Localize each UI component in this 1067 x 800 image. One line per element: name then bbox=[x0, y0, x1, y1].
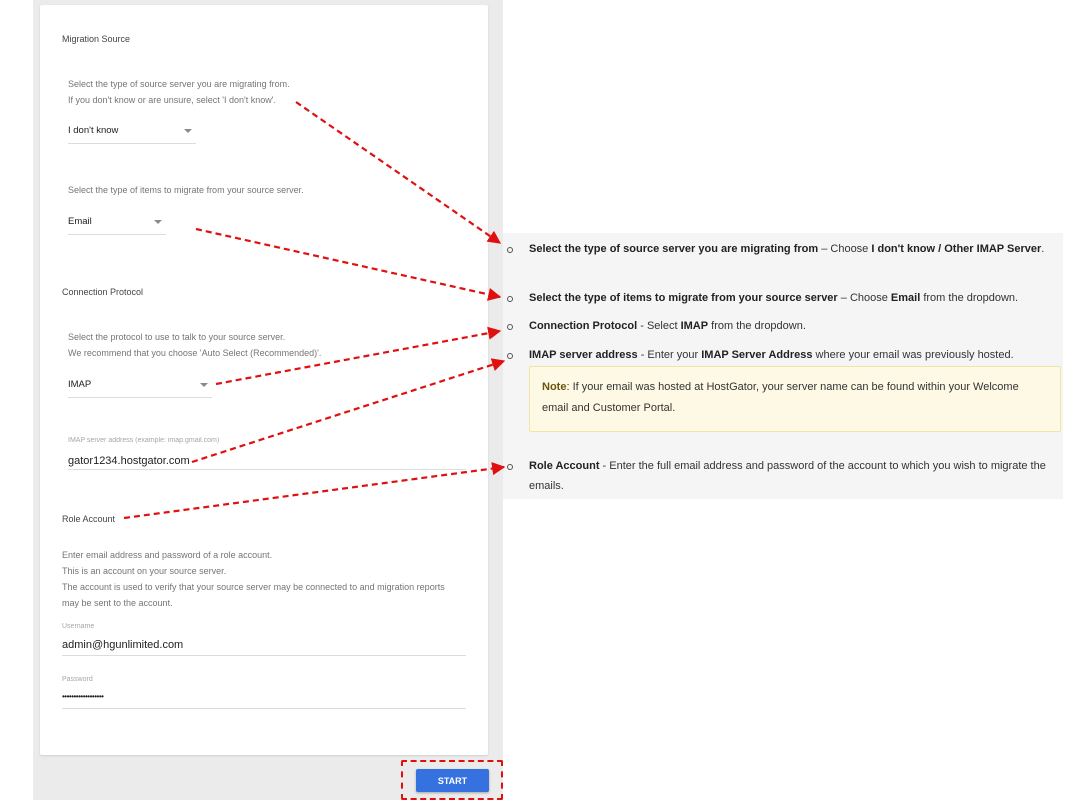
instruction-text: - Enter the full email address and passw… bbox=[529, 460, 1046, 492]
instruction-bold: IMAP server address bbox=[529, 349, 638, 361]
help-line: The account is used to verify that your … bbox=[62, 582, 445, 592]
bullet-icon bbox=[507, 247, 513, 253]
items-help: Select the type of items to migrate from… bbox=[68, 185, 304, 195]
note-box: Note: If your email was hosted at HostGa… bbox=[529, 366, 1061, 432]
instruction-role-account: Role Account - Enter the full email addr… bbox=[529, 456, 1059, 496]
instruction-imap-server: IMAP server address - Enter your IMAP Se… bbox=[529, 345, 1059, 365]
protocol-value: IMAP bbox=[68, 379, 92, 390]
items-type-value: Email bbox=[68, 216, 92, 227]
instruction-bold: I don't know / Other IMAP Server bbox=[871, 243, 1042, 255]
role-account-title: Role Account bbox=[62, 514, 116, 524]
imap-server-underline bbox=[68, 469, 466, 470]
help-line: We recommend that you choose 'Auto Selec… bbox=[68, 348, 322, 358]
connection-protocol-title: Connection Protocol bbox=[62, 287, 144, 297]
bullet-icon bbox=[507, 296, 513, 302]
bullet-icon bbox=[507, 353, 513, 359]
username-underline bbox=[62, 655, 466, 656]
bullet-icon bbox=[507, 324, 513, 330]
instruction-server-type: Select the type of source server you are… bbox=[529, 239, 1059, 259]
help-line: Select the protocol to use to talk to yo… bbox=[68, 332, 286, 342]
note-text: Note: If your email was hosted at HostGa… bbox=[542, 377, 1042, 419]
password-label: Password bbox=[62, 676, 93, 683]
help-line: Select the type of source server you are… bbox=[68, 79, 290, 89]
start-button-highlight bbox=[401, 760, 503, 800]
instruction-bold: IMAP Server Address bbox=[701, 349, 813, 361]
role-account-help: Enter email address and password of a ro… bbox=[62, 547, 445, 611]
chevron-down-icon bbox=[184, 129, 192, 133]
instruction-text: - Enter your bbox=[637, 349, 702, 361]
note-label: Note bbox=[542, 381, 567, 393]
instruction-items-type: Select the type of items to migrate from… bbox=[529, 288, 1059, 308]
password-input[interactable]: •••••••••••••••••• bbox=[62, 692, 104, 701]
server-type-value: I don't know bbox=[68, 125, 119, 136]
instruction-text: from the dropdown. bbox=[708, 320, 806, 332]
instruction-bold: Select the type of items to migrate from… bbox=[529, 292, 838, 304]
help-line: Enter email address and password of a ro… bbox=[62, 550, 273, 560]
instruction-text: . bbox=[1041, 243, 1045, 255]
instruction-text: where your email was previously hosted. bbox=[812, 349, 1014, 361]
instruction-bold: Connection Protocol bbox=[529, 320, 638, 332]
migration-source-help: Select the type of source server you are… bbox=[68, 76, 290, 108]
instruction-bold: IMAP bbox=[680, 320, 709, 332]
chevron-down-icon bbox=[200, 383, 208, 387]
help-line: If you don't know or are unsure, select … bbox=[68, 95, 276, 105]
imap-server-input[interactable]: gator1234.hostgator.com bbox=[68, 455, 190, 467]
imap-server-label: IMAP server address (example: imap.gmail… bbox=[68, 437, 220, 444]
help-line: may be sent to the account. bbox=[62, 598, 173, 608]
help-line: This is an account on your source server… bbox=[62, 566, 227, 576]
protocol-select[interactable]: IMAP bbox=[68, 375, 212, 398]
username-label: Username bbox=[62, 623, 95, 630]
instruction-bold: Role Account bbox=[529, 460, 600, 472]
bullet-icon bbox=[507, 464, 513, 470]
instruction-connection-protocol: Connection Protocol - Select IMAP from t… bbox=[529, 316, 1059, 336]
instruction-text: - Select bbox=[637, 320, 681, 332]
instruction-text: – Choose bbox=[837, 292, 891, 304]
connection-protocol-help: Select the protocol to use to talk to yo… bbox=[68, 329, 321, 361]
instruction-text: from the dropdown. bbox=[920, 292, 1019, 304]
items-type-select[interactable]: Email bbox=[68, 212, 166, 235]
note-body: : If your email was hosted at HostGator,… bbox=[542, 381, 1019, 414]
password-underline bbox=[62, 708, 466, 709]
username-input[interactable]: admin@hgunlimited.com bbox=[62, 639, 183, 651]
instruction-text: – Choose bbox=[818, 243, 872, 255]
instruction-bold: Select the type of source server you are… bbox=[529, 243, 819, 255]
migration-source-title: Migration Source bbox=[62, 34, 131, 44]
server-type-select[interactable]: I don't know bbox=[68, 121, 196, 144]
instruction-bold: Email bbox=[890, 292, 921, 304]
chevron-down-icon bbox=[154, 220, 162, 224]
